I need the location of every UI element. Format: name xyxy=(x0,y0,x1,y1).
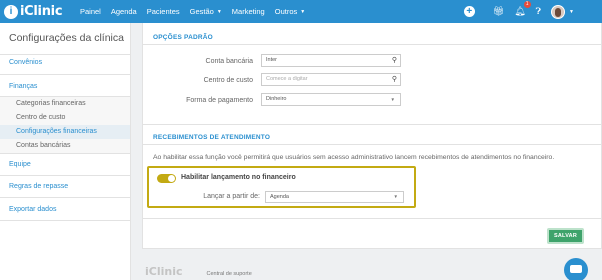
chevron-down-icon: ▼ xyxy=(390,97,395,102)
nav-item-marketing[interactable]: Marketing xyxy=(232,7,265,16)
divider xyxy=(0,74,130,75)
cost-center-placeholder: Comece a digitar xyxy=(266,76,308,82)
settings-sidebar: Configurações da clínica Convênios Finan… xyxy=(0,23,131,280)
launch-from-value: Agenda xyxy=(270,194,289,200)
payment-method-select[interactable]: Dinheiro ▼ xyxy=(261,93,401,106)
sidebar-subitem-contas-bancarias[interactable]: Contas bancárias xyxy=(0,139,130,153)
main-nav: Painel Agenda Pacientes Gestão ▼ Marketin… xyxy=(80,0,315,23)
cost-center-label: Centro de custo xyxy=(203,77,253,84)
save-button[interactable]: SALVAR xyxy=(547,228,584,244)
divider xyxy=(143,124,601,125)
nav-item-painel[interactable]: Painel xyxy=(80,7,101,16)
brand-name: iClinic xyxy=(20,4,63,19)
gift-icon[interactable]: 🎁︎ xyxy=(493,6,504,17)
bank-account-label: Conta bancária xyxy=(205,58,253,65)
chevron-down-icon: ▼ xyxy=(393,194,398,199)
sidebar-item-exportar-dados[interactable]: Exportar dados xyxy=(0,206,130,213)
sidebar-subitem-centro-custo[interactable]: Centro de custo xyxy=(0,111,130,125)
bank-account-value: Inter xyxy=(266,57,278,63)
sidebar-subitem-config-financeiras[interactable]: Configurações financeiras xyxy=(0,125,130,139)
sidebar-item-convenios[interactable]: Convênios xyxy=(0,59,130,66)
nav-item-agenda[interactable]: Agenda xyxy=(111,7,137,16)
notification-badge: 1 xyxy=(523,1,531,8)
launch-from-select[interactable]: Agenda ▼ xyxy=(265,191,404,203)
section-heading-receipts: RECEBIMENTOS DE ATENDIMENTO xyxy=(153,134,271,141)
receipts-description: Ao habilitar essa função você permitirá … xyxy=(153,154,555,161)
nav-item-pacientes[interactable]: Pacientes xyxy=(147,7,180,16)
chevron-down-icon: ▼ xyxy=(300,8,306,15)
avatar[interactable] xyxy=(551,4,566,19)
chat-button[interactable] xyxy=(564,258,588,280)
chat-icon xyxy=(570,265,582,273)
divider xyxy=(143,44,601,45)
help-icon[interactable]: ❓︎ xyxy=(536,6,541,17)
settings-card: OPÇÕES PADRÃO Conta bancária Inter ⚲ Cen… xyxy=(142,23,602,249)
section-heading-defaults: OPÇÕES PADRÃO xyxy=(153,34,213,41)
chevron-down-icon[interactable]: ▼ xyxy=(569,9,574,15)
sidebar-item-regras-repasse[interactable]: Regras de repasse xyxy=(0,183,130,190)
divider xyxy=(143,218,601,219)
divider xyxy=(0,54,130,55)
search-icon: ⚲ xyxy=(391,57,397,64)
search-icon: ⚲ xyxy=(391,76,397,83)
launch-from-label: Lançar a partir de: xyxy=(203,193,260,200)
sidebar-item-financas[interactable]: Finanças xyxy=(0,83,130,90)
enable-launch-label: Habilitar lançamento no financeiro xyxy=(181,174,296,181)
divider xyxy=(143,144,601,145)
sidebar-item-equipe[interactable]: Equipe xyxy=(0,161,130,168)
enable-launch-toggle[interactable] xyxy=(157,174,176,183)
payment-method-value: Dinheiro xyxy=(266,96,287,102)
logo-icon: i xyxy=(4,4,18,19)
payment-method-label: Forma de pagamento xyxy=(186,97,253,104)
brand-logo[interactable]: i iClinic xyxy=(4,3,63,20)
sidebar-title: Configurações da clínica xyxy=(9,32,124,44)
footer: iClinic Central de suporte xyxy=(145,262,252,280)
plus-icon[interactable]: + xyxy=(463,6,475,17)
cost-center-field[interactable]: Comece a digitar ⚲ xyxy=(261,73,401,86)
bell-icon[interactable]: 🔔︎ 1 xyxy=(514,1,531,17)
divider xyxy=(0,197,130,198)
chevron-down-icon: ▼ xyxy=(216,8,222,15)
support-link[interactable]: Central de suporte xyxy=(207,271,252,277)
divider xyxy=(0,175,130,176)
topbar-actions: + 🎁︎ 🔔︎ 1 ❓︎ ▼ xyxy=(463,0,602,23)
divider xyxy=(0,220,130,221)
sidebar-submenu-financas: Categorias financeiras Centro de custo C… xyxy=(0,96,130,154)
nav-item-gestao[interactable]: Gestão ▼ xyxy=(190,7,222,16)
sidebar-subitem-categorias[interactable]: Categorias financeiras xyxy=(0,97,130,111)
footer-logo: iClinic xyxy=(145,264,183,278)
enable-launch-panel: Habilitar lançamento no financeiro Lança… xyxy=(147,166,416,208)
bank-account-field[interactable]: Inter ⚲ xyxy=(261,54,401,67)
top-navbar: i iClinic Painel Agenda Pacientes Gestão… xyxy=(0,0,602,23)
nav-item-outros[interactable]: Outros ▼ xyxy=(275,7,305,16)
